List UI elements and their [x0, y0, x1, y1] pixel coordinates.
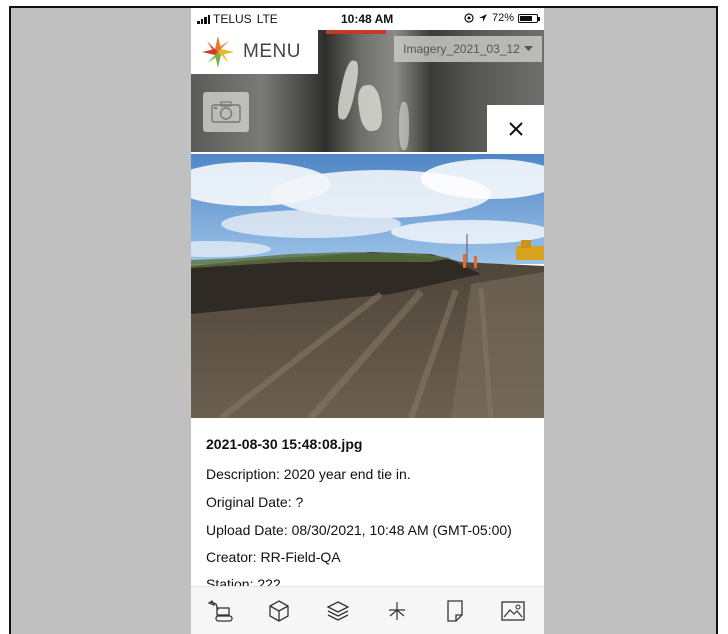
carrier-label: TELUS [213, 12, 252, 26]
logo-icon [202, 36, 234, 68]
battery-icon [518, 13, 540, 23]
signal-icon [197, 14, 210, 24]
status-right: 72% [464, 12, 540, 24]
measure-button[interactable] [383, 597, 411, 625]
document-button[interactable] [441, 597, 469, 625]
chevron-down-icon [523, 46, 533, 51]
photo-description: Description: 2020 year end tie in. [206, 466, 411, 482]
site-photo [191, 154, 544, 418]
battery-percent: 72% [491, 12, 514, 24]
excavator-icon [208, 600, 233, 622]
imagery-dropdown[interactable]: Imagery_2021_03_12 [394, 36, 542, 62]
photo-image [191, 154, 544, 418]
layers-icon [326, 601, 350, 621]
layers-button[interactable] [324, 597, 352, 625]
map-feature [355, 83, 385, 133]
map-view[interactable]: MENU Imagery_2021_03_12 [191, 30, 544, 152]
status-left: TELUS LTE [197, 12, 278, 26]
measure-icon [389, 602, 405, 620]
menu-button[interactable]: MENU [191, 30, 318, 74]
photo-creator: Creator: RR-Field-QA [206, 549, 341, 565]
menu-label: MENU [243, 41, 301, 62]
imagery-selected-value: Imagery_2021_03_12 [403, 42, 520, 56]
image-icon [501, 601, 525, 621]
location-lock-icon [464, 13, 474, 23]
close-button[interactable] [487, 105, 544, 152]
network-label: LTE [256, 12, 278, 26]
document-icon [447, 600, 463, 622]
cube-icon [269, 600, 289, 622]
excavator-button[interactable] [207, 597, 235, 625]
photo-details: 2021-08-30 15:48:08.jpg Description: 202… [191, 418, 544, 592]
photo-upload-date: Upload Date: 08/30/2021, 10:48 AM (GMT-0… [206, 522, 512, 538]
clock: 10:48 AM [341, 12, 394, 26]
close-icon [508, 121, 523, 136]
model-3d-button[interactable] [265, 597, 293, 625]
location-arrow-icon [478, 14, 487, 22]
phone-screen: TELUS LTE 10:48 AM 72% MENU Imagery_2021… [191, 8, 544, 634]
map-feature [334, 59, 362, 121]
map-feature [399, 102, 409, 150]
map-line [326, 30, 386, 34]
camera-button[interactable] [203, 92, 249, 132]
photo-filename: 2021-08-30 15:48:08.jpg [206, 436, 363, 452]
gallery-button[interactable] [499, 597, 527, 625]
photo-original-date: Original Date: ? [206, 494, 304, 510]
bottom-toolbar [191, 586, 544, 634]
camera-icon [211, 101, 241, 123]
status-bar: TELUS LTE 10:48 AM 72% [191, 8, 544, 30]
